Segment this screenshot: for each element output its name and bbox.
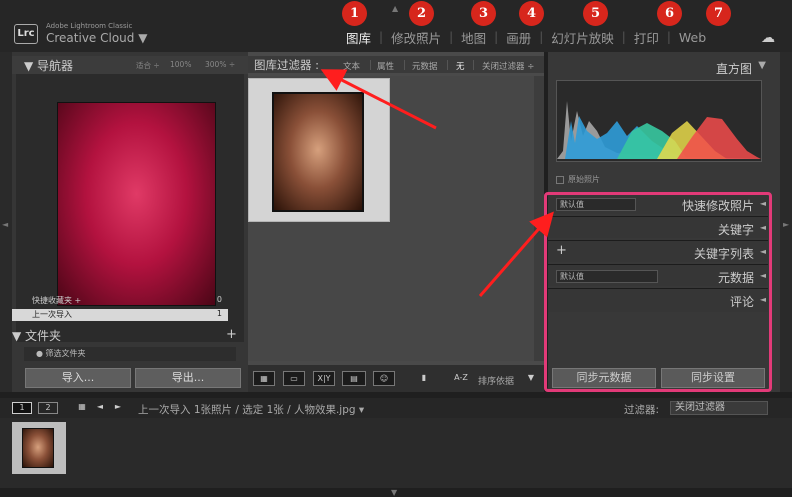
recent-import-row[interactable]: 上一次导入 1: [12, 309, 228, 321]
navigator-header[interactable]: ▼ 导航器 适合 ÷ 100% 300% ÷: [12, 56, 248, 74]
chevron-down-icon: ▼: [138, 31, 148, 45]
badge-4: 4: [519, 1, 544, 26]
filmstrip-thumbnail[interactable]: [22, 428, 54, 468]
filter-none[interactable]: 无: [456, 60, 465, 72]
toolbar-menu-icon[interactable]: ▼: [524, 371, 538, 386]
chevron-down-icon: ▼: [758, 60, 766, 71]
sort-direction-icon[interactable]: A-Z: [448, 371, 474, 386]
filmstrip[interactable]: [0, 418, 792, 488]
survey-view-icon[interactable]: ▤: [342, 371, 366, 386]
loupe-view-icon[interactable]: ▭: [283, 371, 305, 386]
import-button[interactable]: 导入...: [25, 368, 131, 388]
secondary-screen-button[interactable]: 2: [38, 402, 58, 414]
badge-5: 5: [583, 1, 608, 26]
histogram-graph: [557, 101, 761, 159]
folders-header[interactable]: ▼ 文件夹: [12, 327, 61, 344]
cloud-icon[interactable]: ☁: [761, 30, 775, 46]
primary-screen-button[interactable]: 1: [12, 402, 32, 414]
favorites-row[interactable]: 快捷收藏夹 +0: [12, 295, 228, 307]
forward-arrow-icon[interactable]: ►: [108, 402, 128, 414]
brand-name: Creative Cloud: [46, 31, 135, 45]
brand-small: Adobe Lightroom Classic: [46, 22, 133, 30]
add-folder-icon[interactable]: +: [226, 327, 237, 342]
filmstrip-source[interactable]: 上一次导入 1张照片 / 选定 1张 / 人物效果.jpg ▾: [138, 402, 364, 417]
module-picker: 图库 | 修改照片 | 地图 | 画册 | 幻灯片放映 | 打印 | Web: [338, 28, 714, 46]
people-view-icon[interactable]: ☺: [373, 371, 395, 386]
filter-metadata[interactable]: 元数据: [412, 60, 438, 72]
navigator-photo[interactable]: [57, 102, 216, 306]
grid-view-icon[interactable]: ▦: [253, 371, 275, 386]
identity-plate[interactable]: Creative Cloud ▼: [46, 31, 147, 45]
navigator-title: ▼ 导航器: [24, 59, 74, 73]
library-filter-title: 图库过滤器 :: [254, 58, 320, 72]
sort-label[interactable]: 排序依据: [478, 374, 514, 387]
filter-text[interactable]: 文本: [343, 60, 360, 72]
filmstrip-filter-select[interactable]: 关闭过滤器: [670, 401, 768, 415]
histogram-header[interactable]: 直方图 ▼: [548, 58, 780, 76]
left-panel-toggle-icon[interactable]: ◄: [2, 220, 8, 229]
badge-3: 3: [471, 1, 496, 26]
module-print[interactable]: 打印: [626, 28, 667, 47]
zoom-100[interactable]: 100%: [170, 60, 191, 69]
module-develop[interactable]: 修改照片: [383, 28, 449, 47]
highlight-box: [544, 192, 772, 392]
library-filter-bar: 图库过滤器 : 文本 属性 元数据 无 关闭过滤器 ÷: [248, 56, 544, 73]
original-photo-checkbox[interactable]: 原始照片: [556, 174, 600, 185]
compare-view-icon[interactable]: X|Y: [313, 371, 335, 386]
filter-preset-dropdown[interactable]: 关闭过滤器 ÷: [482, 60, 534, 72]
grid-icon[interactable]: ▦: [72, 402, 92, 414]
grid-scrollbar[interactable]: [534, 76, 544, 361]
badge-1: 1: [342, 1, 367, 26]
photo-thumbnail[interactable]: [272, 92, 364, 212]
filter-folders-field[interactable]: ● 筛选文件夹: [24, 347, 236, 361]
module-map[interactable]: 地图: [453, 28, 494, 47]
badge-6: 6: [657, 1, 682, 26]
badge-2: 2: [409, 1, 434, 26]
badge-7: 7: [706, 1, 731, 26]
zoom-300[interactable]: 300% ÷: [205, 60, 235, 69]
export-button[interactable]: 导出...: [135, 368, 241, 388]
module-web[interactable]: Web: [671, 30, 714, 45]
right-edge[interactable]: ►: [780, 52, 792, 392]
module-library[interactable]: 图库: [338, 28, 379, 47]
filter-attribute[interactable]: 属性: [377, 60, 394, 72]
histogram: [556, 80, 762, 162]
module-slideshow[interactable]: 幻灯片放映: [543, 28, 622, 47]
module-book[interactable]: 画册: [498, 28, 539, 47]
zoom-fit[interactable]: 适合 ÷: [136, 60, 160, 71]
spray-can-icon[interactable]: ▮: [418, 371, 430, 386]
collapse-top-icon[interactable]: ▲: [392, 4, 398, 13]
filmstrip-filter-label: 过滤器:: [624, 404, 660, 416]
right-panel-toggle-icon[interactable]: ►: [783, 220, 789, 229]
lrc-logo: Lrc: [14, 24, 38, 44]
left-edge[interactable]: ◄: [0, 52, 12, 392]
histogram-title: 直方图: [715, 62, 752, 76]
back-arrow-icon[interactable]: ◄: [90, 402, 110, 414]
